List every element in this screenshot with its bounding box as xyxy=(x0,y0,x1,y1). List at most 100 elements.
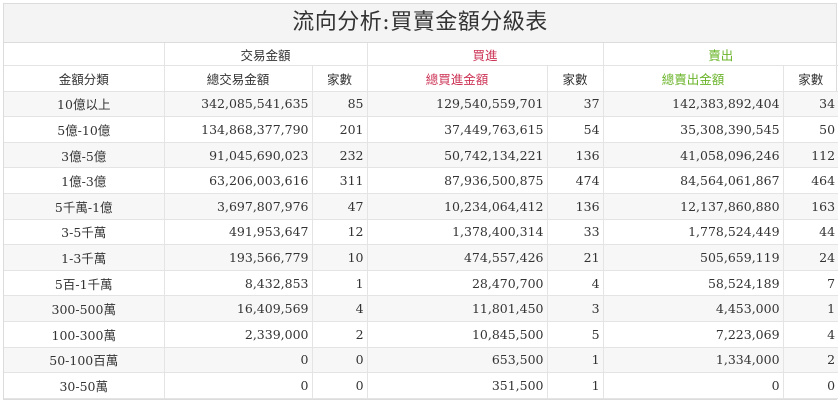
column-header-trade-count: 家數 xyxy=(312,65,368,92)
cell-category: 1億-3億 xyxy=(4,167,165,194)
cell-sell-count: 112 xyxy=(783,142,839,169)
column-header-row: 金額分類 總交易金額 家數 總買進金額 家數 總賣出金額 家數 xyxy=(4,65,839,92)
cell-category: 5百-1千萬 xyxy=(4,270,165,297)
cell-sell-count: 464 xyxy=(783,167,839,194)
cell-trade-count: 47 xyxy=(312,193,368,220)
table-row: 50-100百萬 0 0 653,500 1 1,334,000 2 xyxy=(4,347,839,374)
cell-category: 300-500萬 xyxy=(4,295,165,322)
cell-total-trade: 342,085,541,635 xyxy=(164,91,313,118)
column-header-category: 金額分類 xyxy=(4,65,165,92)
cell-trade-count: 311 xyxy=(312,167,368,194)
cell-trade-count: 10 xyxy=(312,244,368,271)
cell-sell-count: 4 xyxy=(783,321,839,348)
cell-buy-count: 136 xyxy=(547,193,604,220)
cell-total-buy: 474,557,426 xyxy=(367,244,548,271)
table-row: 5百-1千萬 8,432,853 1 28,470,700 4 58,524,189 7 xyxy=(4,270,839,297)
cell-total-buy: 10,845,500 xyxy=(367,321,548,348)
cell-total-buy: 10,234,064,412 xyxy=(367,193,548,220)
cell-trade-count: 4 xyxy=(312,295,368,322)
cell-category: 3億-5億 xyxy=(4,142,165,169)
cell-category: 3-5千萬 xyxy=(4,219,165,246)
cell-sell-count: 7 xyxy=(783,270,839,297)
cell-total-buy: 28,470,700 xyxy=(367,270,548,297)
group-header-buy: 買進 xyxy=(367,43,604,66)
group-header-row: 交易金額 買進 賣出 xyxy=(4,43,839,66)
column-header-total-trade: 總交易金額 xyxy=(164,65,313,92)
cell-total-buy: 87,936,500,875 xyxy=(367,167,548,194)
cell-total-sell: 505,659,119 xyxy=(603,244,784,271)
cell-category: 5千萬-1億 xyxy=(4,193,165,220)
table-body: 10億以上 342,085,541,635 85 129,540,559,701 37 1… xyxy=(4,91,839,399)
cell-sell-count: 1 xyxy=(783,295,839,322)
cell-trade-count: 12 xyxy=(312,219,368,246)
cell-category: 10億以上 xyxy=(4,91,165,118)
cell-total-sell: 0 xyxy=(603,372,784,399)
cell-total-buy: 1,378,400,314 xyxy=(367,219,548,246)
cell-total-trade: 134,868,377,790 xyxy=(164,116,313,143)
cell-buy-count: 5 xyxy=(547,321,604,348)
cell-total-trade: 8,432,853 xyxy=(164,270,313,297)
cell-total-trade: 2,339,000 xyxy=(164,321,313,348)
cell-total-trade: 491,953,647 xyxy=(164,219,313,246)
cell-total-sell: 84,564,061,867 xyxy=(603,167,784,194)
cell-total-buy: 37,449,763,615 xyxy=(367,116,548,143)
cell-total-sell: 4,453,000 xyxy=(603,295,784,322)
cell-trade-count: 0 xyxy=(312,372,368,399)
cell-total-buy: 653,500 xyxy=(367,347,548,374)
column-header-total-sell: 總賣出金額 xyxy=(603,65,784,92)
cell-total-sell: 7,223,069 xyxy=(603,321,784,348)
cell-trade-count: 201 xyxy=(312,116,368,143)
cell-category: 1-3千萬 xyxy=(4,244,165,271)
table-row: 1-3千萬 193,566,779 10 474,557,426 21 505,659,1… xyxy=(4,244,839,271)
table-row: 3-5千萬 491,953,647 12 1,378,400,314 33 1,778,5… xyxy=(4,219,839,246)
cell-category: 5億-10億 xyxy=(4,116,165,143)
cell-trade-count: 1 xyxy=(312,270,368,297)
page-title: 流向分析:買賣金額分級表 xyxy=(4,4,836,43)
group-header-sell: 賣出 xyxy=(603,43,839,66)
column-header-buy-count: 家數 xyxy=(547,65,604,92)
cell-total-trade: 16,409,569 xyxy=(164,295,313,322)
cell-total-trade: 91,045,690,023 xyxy=(164,142,313,169)
amount-tier-table: 交易金額 買進 賣出 金額分類 總交易金額 家數 總買進金額 家數 總賣出金額 … xyxy=(4,43,839,399)
group-header-trade: 交易金額 xyxy=(164,43,368,66)
cell-trade-count: 232 xyxy=(312,142,368,169)
table-row: 5億-10億 134,868,377,790 201 37,449,763,615 54… xyxy=(4,116,839,143)
cell-total-buy: 129,540,559,701 xyxy=(367,91,548,118)
cell-total-sell: 41,058,096,246 xyxy=(603,142,784,169)
cell-total-trade: 3,697,807,976 xyxy=(164,193,313,220)
column-header-total-buy: 總買進金額 xyxy=(367,65,548,92)
cell-total-sell: 58,524,189 xyxy=(603,270,784,297)
cell-buy-count: 4 xyxy=(547,270,604,297)
cell-total-trade: 193,566,779 xyxy=(164,244,313,271)
cell-category: 30-50萬 xyxy=(4,372,165,399)
group-header-blank xyxy=(4,43,165,66)
table-row: 3億-5億 91,045,690,023 232 50,742,134,221 136 4… xyxy=(4,142,839,169)
cell-total-trade: 0 xyxy=(164,372,313,399)
cell-buy-count: 33 xyxy=(547,219,604,246)
cell-buy-count: 474 xyxy=(547,167,604,194)
cell-buy-count: 37 xyxy=(547,91,604,118)
cell-total-sell: 1,334,000 xyxy=(603,347,784,374)
cell-total-sell: 142,383,892,404 xyxy=(603,91,784,118)
table-row: 100-300萬 2,339,000 2 10,845,500 5 7,223,069 4 xyxy=(4,321,839,348)
cell-sell-count: 0 xyxy=(783,372,839,399)
cell-buy-count: 54 xyxy=(547,116,604,143)
cell-total-sell: 1,778,524,449 xyxy=(603,219,784,246)
cell-sell-count: 44 xyxy=(783,219,839,246)
cell-buy-count: 1 xyxy=(547,347,604,374)
amount-tier-panel: 流向分析:買賣金額分級表 交易金額 買進 賣出 金額分類 總交易金額 家數 總買… xyxy=(3,3,839,400)
cell-sell-count: 24 xyxy=(783,244,839,271)
cell-total-buy: 50,742,134,221 xyxy=(367,142,548,169)
cell-buy-count: 136 xyxy=(547,142,604,169)
table-row: 300-500萬 16,409,569 4 11,801,450 3 4,453,000 1 xyxy=(4,295,839,322)
cell-trade-count: 2 xyxy=(312,321,368,348)
cell-total-sell: 35,308,390,545 xyxy=(603,116,784,143)
cell-trade-count: 85 xyxy=(312,91,368,118)
cell-total-buy: 351,500 xyxy=(367,372,548,399)
cell-category: 100-300萬 xyxy=(4,321,165,348)
cell-buy-count: 21 xyxy=(547,244,604,271)
cell-trade-count: 0 xyxy=(312,347,368,374)
cell-total-trade: 63,206,003,616 xyxy=(164,167,313,194)
cell-buy-count: 3 xyxy=(547,295,604,322)
table-row: 5千萬-1億 3,697,807,976 47 10,234,064,412 136 12… xyxy=(4,193,839,220)
